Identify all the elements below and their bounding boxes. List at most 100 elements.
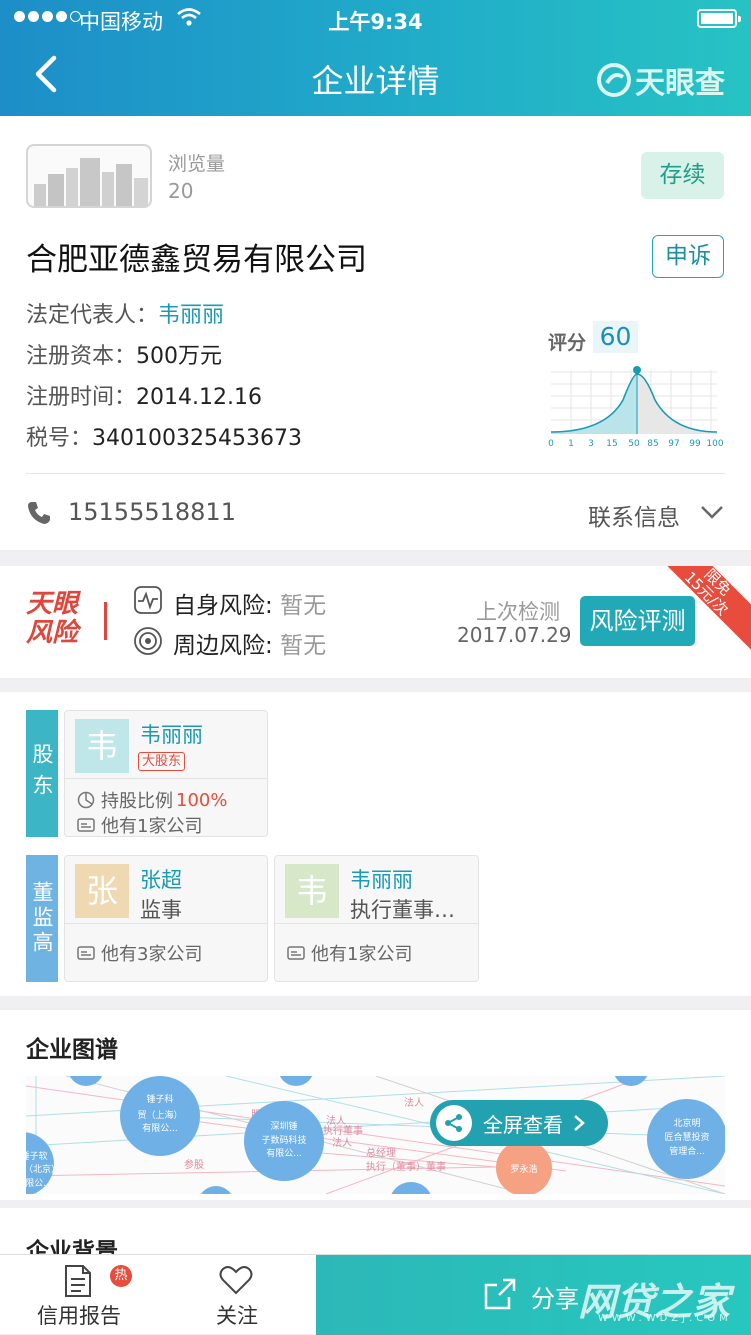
pulse-icon bbox=[134, 586, 162, 614]
document-icon bbox=[65, 1265, 91, 1297]
director-card[interactable]: 韦 韦丽丽 执行董事… 他有1家公司 bbox=[274, 855, 479, 982]
around-risk-value: 暂无 bbox=[280, 633, 327, 659]
id-card-icon bbox=[77, 818, 95, 832]
director-name[interactable]: 张超 bbox=[140, 864, 182, 894]
score-tick: 50 bbox=[628, 439, 640, 449]
score-tick: 85 bbox=[647, 439, 658, 449]
edge-label: 执行（董事）董事 bbox=[366, 1160, 446, 1173]
shareholder-card[interactable]: 韦 韦丽丽 大股东 持股比例 100% 他有1家公司 bbox=[64, 710, 268, 837]
score-tick: 0 bbox=[548, 439, 554, 449]
avatar: 韦 bbox=[285, 864, 339, 918]
self-risk-row: 自身风险: 暂无 bbox=[173, 586, 326, 620]
tianyan-risk-logo: 天眼 风险 bbox=[26, 590, 90, 648]
tax-row: 税号：340100325453673 bbox=[26, 420, 302, 452]
id-card-icon bbox=[287, 946, 305, 960]
director-name[interactable]: 韦丽丽 bbox=[350, 864, 413, 894]
chevron-right-icon bbox=[574, 1115, 585, 1131]
company-name: 合肥亚德鑫贸易有限公司 bbox=[26, 242, 367, 278]
shareholder-name[interactable]: 韦丽丽 bbox=[140, 719, 203, 749]
fullscreen-view-button[interactable]: 全屏查看 bbox=[430, 1100, 608, 1146]
around-risk-row: 周边风险: 暂无 bbox=[173, 626, 326, 660]
svg-text:有限公...: 有限公... bbox=[26, 1177, 52, 1189]
ratio-label: 持股比例 bbox=[101, 791, 173, 812]
reg-time-value: 2014.12.16 bbox=[136, 385, 262, 410]
other-companies-row[interactable]: 他有1家公司 bbox=[287, 940, 412, 966]
ratio-row: 持股比例 100% bbox=[77, 787, 227, 813]
director-role: 执行董事… bbox=[350, 898, 455, 922]
capital-label: 注册资本： bbox=[26, 344, 137, 369]
status-badge: 存续 bbox=[641, 152, 724, 199]
appeal-button[interactable]: 申诉 bbox=[652, 235, 724, 278]
share-button[interactable]: 分享 网贷之家 WWW.WDZJ.COM bbox=[316, 1255, 751, 1335]
edge-label: 法人 bbox=[404, 1096, 424, 1109]
director-tag-label: 董监高 bbox=[30, 881, 54, 956]
risk-logo-line1: 天眼 bbox=[26, 589, 79, 619]
svg-text:锤子科: 锤子科 bbox=[146, 1093, 173, 1105]
capital-value: 500万元 bbox=[136, 344, 223, 369]
director-card[interactable]: 张 张超 监事 他有3家公司 bbox=[64, 855, 268, 982]
card-divider bbox=[65, 923, 267, 924]
capital-row: 注册资本：500万元 bbox=[26, 338, 222, 370]
tab-follow-label: 关注 bbox=[216, 1304, 258, 1328]
score-tick: 97 bbox=[668, 439, 679, 449]
svg-text:北京明: 北京明 bbox=[673, 1117, 700, 1129]
people-card: 股东 韦 韦丽丽 大股东 持股比例 100% 他有1家公司 董监高 张 张超 监事… bbox=[0, 692, 751, 996]
director-tag: 董监高 bbox=[26, 855, 58, 982]
avatar: 韦 bbox=[75, 719, 129, 773]
phone-number[interactable]: 15155518811 bbox=[68, 498, 236, 526]
svg-text:子数码科技: 子数码科技 bbox=[261, 1134, 306, 1146]
risk-card[interactable]: 天眼 风险 自身风险: 暂无 周边风险: 暂无 上次检测 2017.07.29 … bbox=[0, 566, 751, 678]
tax-label: 税号： bbox=[26, 426, 93, 451]
views-label: 浏览量 bbox=[168, 153, 226, 175]
chevron-down-icon[interactable] bbox=[700, 504, 724, 520]
other-companies-label[interactable]: 他有3家公司 bbox=[101, 940, 202, 966]
ratio-value: 100% bbox=[176, 789, 228, 811]
svg-text:有限公...: 有限公... bbox=[266, 1147, 302, 1159]
risk-assess-button[interactable]: 风险评测 bbox=[580, 596, 695, 646]
nav-header: 中国移动 上午9:34 企业详情 天眼查 bbox=[0, 0, 751, 116]
tianyancha-logo-icon bbox=[597, 63, 631, 97]
bottom-tab-bar: 热 信用报告 关注 分享 网贷之家 WWW.WDZJ.COM bbox=[0, 1254, 751, 1335]
self-risk-value: 暂无 bbox=[280, 593, 327, 619]
svg-text:深圳锤: 深圳锤 bbox=[270, 1120, 297, 1132]
score-value: 60 bbox=[593, 321, 638, 353]
last-check-date: 2017.07.29 bbox=[457, 623, 572, 647]
risk-logo-divider bbox=[104, 602, 107, 640]
edge-label: 总经理 bbox=[366, 1146, 396, 1159]
contact-info-toggle[interactable]: 联系信息 bbox=[588, 498, 680, 532]
edge-label: 执行董事 bbox=[323, 1124, 363, 1137]
other-companies-row[interactable]: 他有3家公司 bbox=[77, 940, 202, 966]
radar-icon bbox=[134, 627, 162, 655]
tab-credit-report[interactable]: 热 信用报告 bbox=[0, 1255, 158, 1335]
divider bbox=[26, 473, 725, 474]
shareholder-tag-label: 股东 bbox=[30, 742, 54, 805]
share-label: 分享 bbox=[531, 1285, 579, 1313]
shareholder-tag: 股东 bbox=[26, 710, 58, 837]
risk-logo-line2: 风险 bbox=[26, 618, 79, 648]
id-card-icon bbox=[77, 946, 95, 960]
edge-label: 法人 bbox=[332, 1136, 352, 1149]
views-value: 20 bbox=[168, 179, 194, 203]
legal-rep-label: 法定代表人： bbox=[26, 303, 159, 328]
other-companies-row[interactable]: 他有1家公司 bbox=[77, 812, 202, 838]
other-companies-label[interactable]: 他有1家公司 bbox=[311, 940, 412, 966]
svg-text:有限公...: 有限公... bbox=[142, 1122, 178, 1134]
score-tick: 3 bbox=[588, 439, 594, 449]
score-curve: 0 1 3 15 50 85 97 99 100 bbox=[548, 366, 724, 449]
legal-rep-link[interactable]: 韦丽丽 bbox=[158, 303, 224, 328]
director-role: 监事 bbox=[140, 898, 182, 922]
battery-icon bbox=[697, 9, 741, 28]
pie-chart-icon bbox=[77, 791, 95, 809]
card-divider bbox=[275, 923, 478, 924]
tab-follow[interactable]: 关注 bbox=[158, 1255, 316, 1335]
company-thumbnail bbox=[26, 144, 152, 208]
self-risk-label: 自身风险: bbox=[173, 593, 273, 619]
tab-credit-report-label: 信用报告 bbox=[37, 1304, 121, 1328]
phone-icon[interactable] bbox=[26, 500, 52, 526]
score-tick: 100 bbox=[706, 439, 723, 449]
share-nodes-icon bbox=[436, 1105, 472, 1141]
hot-badge: 热 bbox=[110, 1265, 132, 1287]
enterprise-graph[interactable]: 法人 执行董事 总经理 股东 参股 执行（董事）董事 法人 法人 锤子科贸（上海… bbox=[26, 1076, 725, 1194]
other-companies-label[interactable]: 他有1家公司 bbox=[101, 812, 202, 838]
legal-rep-row: 法定代表人：韦丽丽 bbox=[26, 297, 224, 329]
